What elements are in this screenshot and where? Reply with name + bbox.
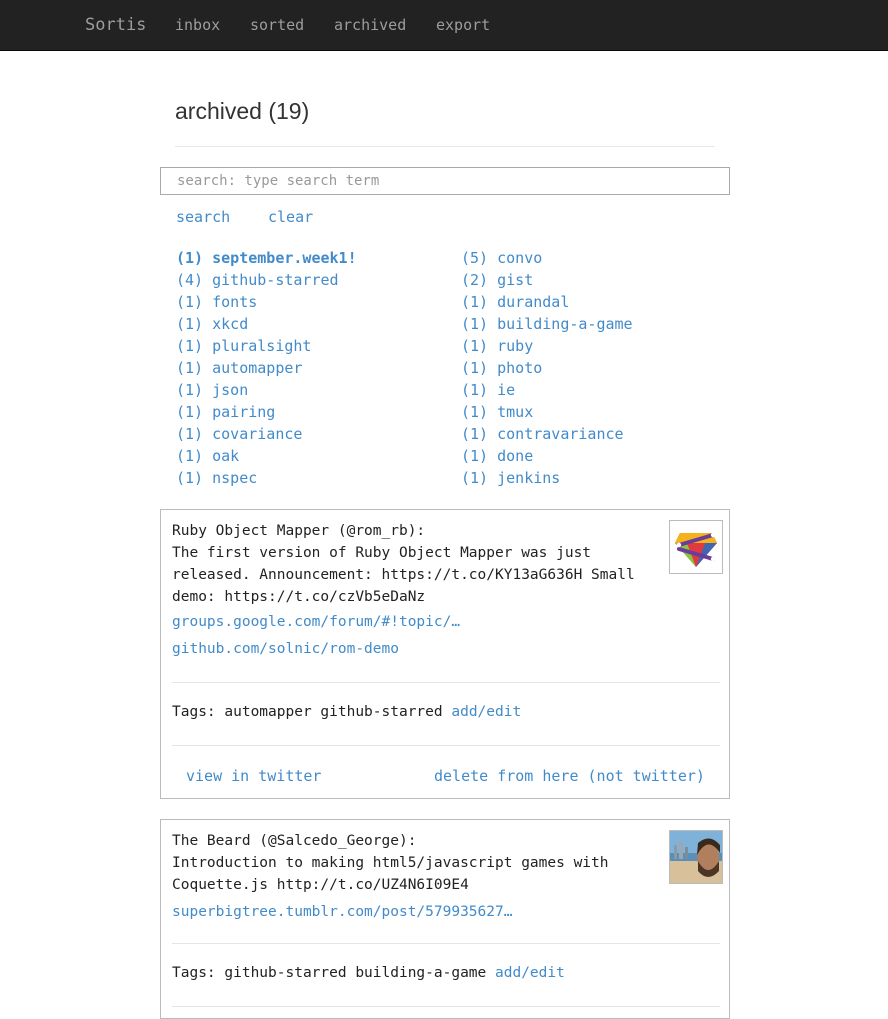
tag-link[interactable]: (1) contravariance xyxy=(461,424,633,446)
tag-link[interactable]: (1) photo xyxy=(461,358,633,380)
tweet-text: Ruby Object Mapper (@rom_rb): The first … xyxy=(172,523,635,605)
card-tags: Tags: github-starred building-a-game add… xyxy=(172,965,565,981)
tag-link[interactable]: (1) pairing xyxy=(176,402,357,424)
tag-link[interactable]: (4) github-starred xyxy=(176,270,357,292)
page-title: archived (19) xyxy=(175,98,310,124)
search-button[interactable]: search xyxy=(176,208,230,226)
user-photo-icon xyxy=(669,830,723,884)
tag-link[interactable]: (1) durandal xyxy=(461,292,633,314)
tag-link[interactable]: (1) nspec xyxy=(176,468,357,490)
tag-link[interactable]: (1) fonts xyxy=(176,292,357,314)
title-divider xyxy=(175,146,715,147)
card-divider xyxy=(172,943,720,944)
card-tags: Tags: automapper github-starred add/edit xyxy=(172,704,521,720)
tag-list-right: (5) convo (2) gist (1) durandal (1) buil… xyxy=(461,248,633,490)
tag-link[interactable]: (5) convo xyxy=(461,248,633,270)
card-divider xyxy=(172,682,720,683)
brand-link[interactable]: Sortis xyxy=(85,15,146,35)
nav-export[interactable]: export xyxy=(436,16,490,34)
tag-link[interactable]: (1) xkcd xyxy=(176,314,357,336)
tag-link[interactable]: (2) gist xyxy=(461,270,633,292)
tag-link[interactable]: (1) september.week1! xyxy=(176,248,357,270)
nav-archived[interactable]: archived xyxy=(334,16,406,34)
clear-button[interactable]: clear xyxy=(268,208,313,226)
add-edit-tags-button[interactable]: add/edit xyxy=(451,704,521,720)
tweet-link[interactable]: superbigtree.tumblr.com/post/579935627… xyxy=(172,904,512,920)
nav-sorted[interactable]: sorted xyxy=(250,16,304,34)
tag-link[interactable]: (1) covariance xyxy=(176,424,357,446)
tag-list-left: (1) september.week1! (4) github-starred … xyxy=(176,248,357,490)
navbar: Sortis inbox sorted archived export xyxy=(0,0,888,51)
tweet-link[interactable]: github.com/solnic/rom-demo xyxy=(172,641,399,657)
tags-text: Tags: github-starred building-a-game xyxy=(172,965,487,981)
search-input[interactable] xyxy=(160,167,730,195)
tag-link[interactable]: (1) tmux xyxy=(461,402,633,424)
tweet-link[interactable]: groups.google.com/forum/#!topic/… xyxy=(172,614,460,630)
tag-link[interactable]: (1) done xyxy=(461,446,633,468)
nav-inbox[interactable]: inbox xyxy=(175,16,220,34)
tags-text: Tags: automapper github-starred xyxy=(172,704,443,720)
tag-link[interactable]: (1) building-a-game xyxy=(461,314,633,336)
add-edit-tags-button[interactable]: add/edit xyxy=(495,965,565,981)
card-divider xyxy=(172,1006,720,1007)
tag-link[interactable]: (1) ruby xyxy=(461,336,633,358)
tag-link[interactable]: (1) json xyxy=(176,380,357,402)
delete-from-here-link[interactable]: delete from here (not twitter) xyxy=(434,767,705,785)
card-divider xyxy=(172,745,720,746)
view-in-twitter-link[interactable]: view in twitter xyxy=(186,767,321,785)
tag-link[interactable]: (1) oak xyxy=(176,446,357,468)
tag-link[interactable]: (1) automapper xyxy=(176,358,357,380)
tag-link[interactable]: (1) ie xyxy=(461,380,633,402)
tweet-card: Ruby Object Mapper (@rom_rb): The first … xyxy=(160,509,730,799)
rom-logo-icon xyxy=(669,520,723,574)
tweet-text: The Beard (@Salcedo_George): Introductio… xyxy=(172,833,609,893)
tag-link[interactable]: (1) pluralsight xyxy=(176,336,357,358)
tweet-card: The Beard (@Salcedo_George): Introductio… xyxy=(160,819,730,1019)
tag-link[interactable]: (1) jenkins xyxy=(461,468,633,490)
